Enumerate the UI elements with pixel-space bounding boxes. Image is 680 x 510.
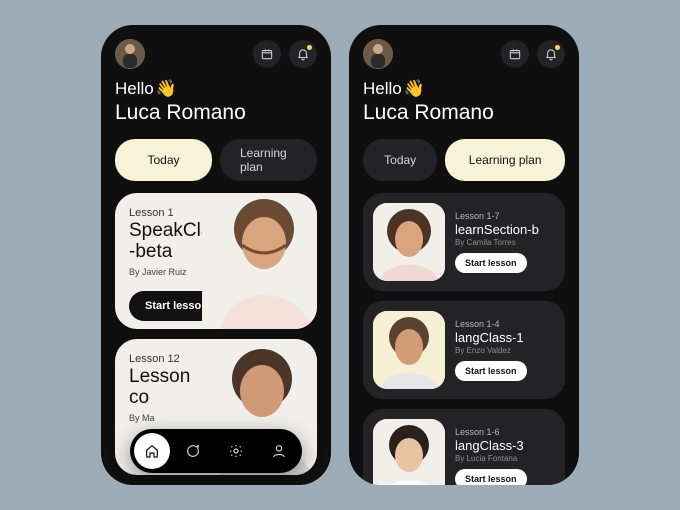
phone-learning-plan-view: Hello👋 Luca Romano Today Learning plan L… xyxy=(349,25,579,485)
lesson-title: learnSection-b xyxy=(455,222,539,237)
user-avatar[interactable] xyxy=(115,39,145,69)
hello-text: Hello xyxy=(115,79,154,98)
wave-emoji: 👋 xyxy=(156,79,177,99)
view-tabs: Today Learning plan xyxy=(363,139,565,181)
lesson-info: Lesson 1-7 learnSection-b By Camila Torr… xyxy=(455,203,539,281)
user-name: Luca Romano xyxy=(363,101,565,125)
lesson-info: Lesson 1-6 langClass-3 By Lucia Fontana … xyxy=(455,419,527,485)
chat-icon xyxy=(185,443,201,459)
instructor-thumb xyxy=(373,311,445,389)
lesson-author: By Enzo Valdez xyxy=(455,346,527,355)
start-lesson-button[interactable]: Start lesson xyxy=(455,253,527,273)
tab-today[interactable]: Today xyxy=(363,139,437,181)
tab-learning-plan[interactable]: Learning plan xyxy=(220,139,317,181)
tab-learning-plan[interactable]: Learning plan xyxy=(445,139,565,181)
topbar xyxy=(363,39,565,69)
calendar-icon[interactable] xyxy=(501,40,529,68)
settings-icon xyxy=(228,443,244,459)
notification-dot xyxy=(555,45,560,50)
user-avatar[interactable] xyxy=(363,39,393,69)
lesson-row[interactable]: Lesson 1-6 langClass-3 By Lucia Fontana … xyxy=(363,409,565,485)
tab-today[interactable]: Today xyxy=(115,139,212,181)
nav-home[interactable] xyxy=(134,433,170,469)
start-lesson-button[interactable]: Start lesson xyxy=(455,361,527,381)
greeting: Hello👋 Luca Romano xyxy=(115,79,317,125)
instructor-thumb xyxy=(373,419,445,485)
phone-today-view: Hello👋 Luca Romano Today Learning plan L… xyxy=(101,25,331,485)
hello-text: Hello xyxy=(363,79,402,98)
nav-profile[interactable] xyxy=(259,443,298,459)
lesson-kicker: Lesson 1-6 xyxy=(455,427,527,437)
lesson-row[interactable]: Lesson 1-4 langClass-1 By Enzo Valdez St… xyxy=(363,301,565,399)
lesson-author: By Camila Torres xyxy=(455,238,539,247)
start-lesson-button[interactable]: Start lesson xyxy=(455,469,527,485)
user-name: Luca Romano xyxy=(115,101,317,125)
top-actions xyxy=(501,40,565,68)
instructor-thumb xyxy=(373,203,445,281)
lesson-row[interactable]: Lesson 1-7 learnSection-b By Camila Torr… xyxy=(363,193,565,291)
lesson-title: langClass-3 xyxy=(455,438,527,453)
lesson-author: By Lucia Fontana xyxy=(455,454,527,463)
lesson-info: Lesson 1-4 langClass-1 By Enzo Valdez St… xyxy=(455,311,527,389)
bell-icon[interactable] xyxy=(537,40,565,68)
greeting: Hello👋 Luca Romano xyxy=(363,79,565,125)
notification-dot xyxy=(307,45,312,50)
wave-emoji: 👋 xyxy=(404,79,425,99)
lesson-card[interactable]: Lesson 1 SpeakClass -beta By Javier Ruiz… xyxy=(115,193,317,329)
instructor-portrait xyxy=(202,193,317,329)
nav-settings[interactable] xyxy=(217,443,256,459)
home-icon xyxy=(144,443,160,459)
topbar xyxy=(115,39,317,69)
nav-chat[interactable] xyxy=(174,443,213,459)
bottom-nav xyxy=(130,429,302,473)
lesson-title: langClass-1 xyxy=(455,330,527,345)
top-actions xyxy=(253,40,317,68)
bell-icon[interactable] xyxy=(289,40,317,68)
profile-icon xyxy=(271,443,287,459)
view-tabs: Today Learning plan xyxy=(115,139,317,181)
calendar-icon[interactable] xyxy=(253,40,281,68)
lesson-kicker: Lesson 1-7 xyxy=(455,211,539,221)
lesson-kicker: Lesson 1-4 xyxy=(455,319,527,329)
